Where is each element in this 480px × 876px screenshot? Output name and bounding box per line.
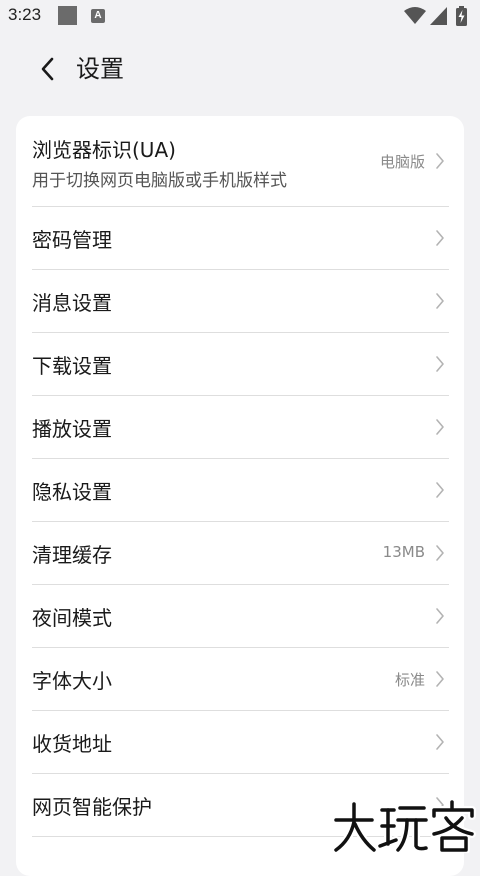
cellular-signal-icon [430,7,447,25]
watermark-logo [332,800,476,853]
setting-playback[interactable]: 播放设置 [32,396,449,459]
page-title: 设置 [76,55,124,83]
setting-privacy[interactable]: 隐私设置 [32,459,449,522]
chevron-right-icon [436,153,444,169]
setting-label: 隐私设置 [32,480,112,504]
setting-label: 清理缓存 [32,543,112,567]
setting-label: 收货地址 [32,732,112,756]
chevron-right-icon [436,545,444,561]
setting-label: 下载设置 [32,354,112,378]
setting-night-mode[interactable]: 夜间模式 [32,585,449,648]
chevron-right-icon [436,482,444,498]
setting-password-management[interactable]: 密码管理 [32,207,449,270]
chevron-right-icon [436,608,444,624]
setting-label: 网页智能保护 [32,795,152,819]
setting-user-agent[interactable]: 浏览器标识(UA) 用于切换网页电脑版或手机版样式 电脑版 [32,116,449,207]
status-icons [404,6,472,26]
setting-download[interactable]: 下载设置 [32,333,449,396]
a-notification-icon: A [91,9,105,23]
back-button[interactable] [30,52,64,86]
battery-charging-icon [456,6,467,26]
setting-clear-cache[interactable]: 清理缓存 13MB [32,522,449,585]
notification-square-icon [58,6,77,25]
chevron-right-icon [436,671,444,687]
setting-label: 字体大小 [32,669,112,693]
setting-label: 浏览器标识(UA) [32,138,176,162]
chevron-right-icon [436,356,444,372]
chevron-right-icon [436,734,444,750]
chevron-left-icon [41,57,54,81]
setting-label: 密码管理 [32,228,112,252]
setting-font-size[interactable]: 字体大小 标准 [32,648,449,711]
chevron-right-icon [436,230,444,246]
setting-shipping-address[interactable]: 收货地址 [32,711,449,774]
status-bar: 3:23 A [0,0,480,34]
settings-card: 浏览器标识(UA) 用于切换网页电脑版或手机版样式 电脑版 密码管理 消息设置 … [16,116,464,876]
status-time: 3:23 [8,5,42,24]
wifi-icon [404,7,426,24]
header: 设置 [0,44,480,96]
setting-message[interactable]: 消息设置 [32,270,449,333]
chevron-right-icon [436,419,444,435]
setting-value: 电脑版 [379,153,425,171]
setting-label: 播放设置 [32,417,112,441]
setting-label: 夜间模式 [32,606,112,630]
chevron-right-icon [436,293,444,309]
setting-value: 13MB [382,543,425,561]
setting-label: 消息设置 [32,291,112,315]
setting-value: 标准 [394,671,425,689]
setting-sublabel: 用于切换网页电脑版或手机版样式 [32,171,287,191]
